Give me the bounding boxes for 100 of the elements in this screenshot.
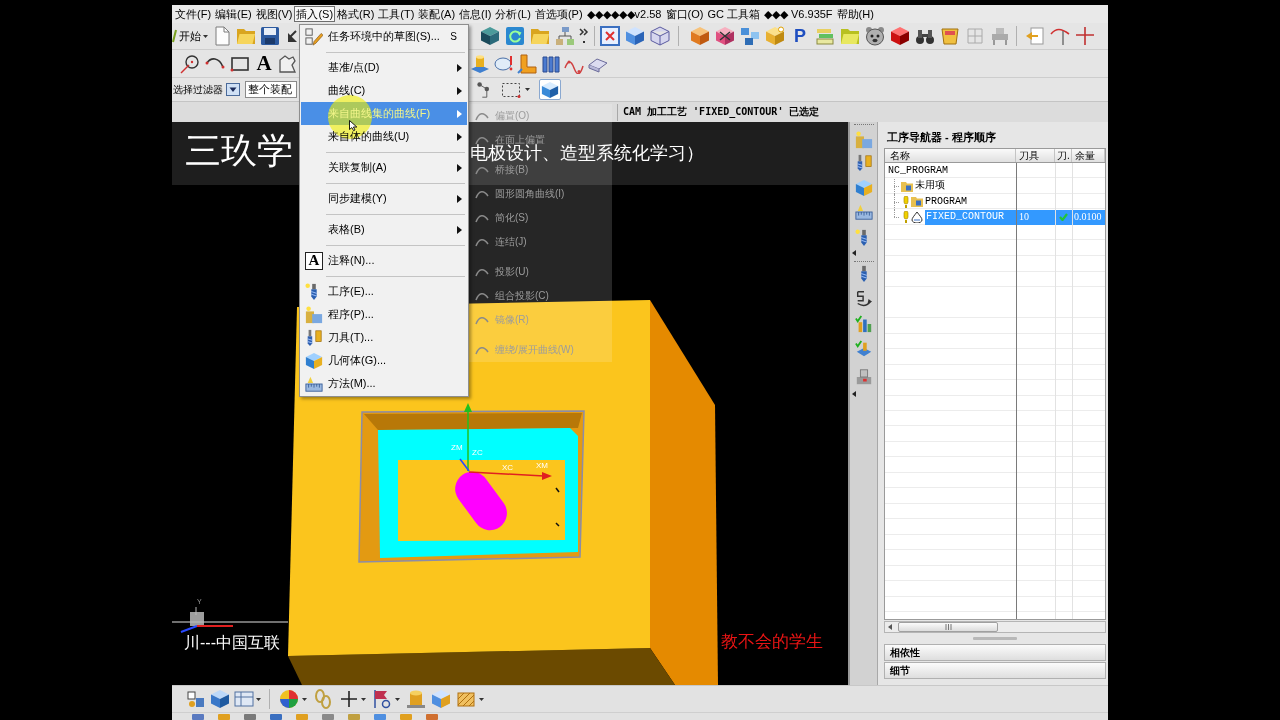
plus-icon[interactable] <box>339 689 359 709</box>
column-header[interactable]: 名称 <box>885 149 1016 162</box>
bucket-icon[interactable] <box>940 26 960 46</box>
menu-item[interactable]: 投影(U) <box>469 266 529 278</box>
page-arrow-icon[interactable] <box>1025 26 1045 46</box>
tree-item[interactable]: 未用项 <box>915 178 945 194</box>
caret-icon[interactable] <box>395 697 400 701</box>
chart-check-icon[interactable] <box>854 315 873 333</box>
dashed-rectangle-icon[interactable] <box>501 80 521 99</box>
crossed-box-icon[interactable] <box>600 26 620 46</box>
arrow-icon[interactable] <box>287 29 297 43</box>
menu-item[interactable]: 组合投影(C) <box>469 290 549 302</box>
menu-bar-item[interactable]: 插入(S) <box>294 6 336 22</box>
splitter-handle[interactable] <box>973 637 1017 640</box>
cube-icon[interactable] <box>690 26 710 46</box>
cylinder-plate-icon[interactable] <box>470 53 490 74</box>
columns-icon[interactable] <box>540 53 561 74</box>
assembly-scope-field[interactable]: 整个装配 <box>245 81 297 98</box>
menu-item[interactable]: 刀具(T)... <box>301 326 467 349</box>
cube-icon[interactable] <box>890 26 910 46</box>
scroll-left-arrow-icon[interactable] <box>888 624 892 630</box>
menu-bar-item[interactable]: 窗口(O) <box>663 6 706 22</box>
menu-bar-item[interactable]: 工具(T) <box>376 6 417 22</box>
menu-item[interactable]: 工序(E)... <box>301 280 467 303</box>
menu-item[interactable]: 任务环境中的草图(S)... S <box>301 25 467 48</box>
menu-item[interactable]: 简化(S) <box>469 212 529 224</box>
caret-icon[interactable] <box>256 697 261 701</box>
tree-item[interactable]: NC_PROGRAM <box>888 163 948 179</box>
menu-item[interactable]: 连结(J) <box>469 236 527 248</box>
menu-item[interactable]: 关联复制(A) <box>301 156 467 179</box>
shape-icon[interactable] <box>278 53 296 74</box>
menu-bar-item[interactable]: 编辑(E) <box>213 6 254 22</box>
caret-icon[interactable] <box>203 34 208 38</box>
menu-item[interactable]: 桥接(B) <box>469 164 529 176</box>
save-icon[interactable] <box>260 26 280 46</box>
chevron-icon[interactable] <box>578 26 590 46</box>
alert-bubble-icon[interactable] <box>493 53 514 74</box>
menu-bar-item[interactable]: GC 工具箱 <box>705 6 762 22</box>
zigzag-arrow-icon[interactable] <box>854 290 873 308</box>
caret-icon[interactable] <box>525 88 530 91</box>
menu-item[interactable]: A 注释(N)... <box>301 249 467 272</box>
scrollbar-thumb[interactable] <box>898 622 998 632</box>
cutter-icon[interactable] <box>854 154 873 172</box>
menu-bar-item[interactable]: ◆◆◆ V6.935F <box>761 6 835 22</box>
box-icon[interactable] <box>765 26 785 46</box>
menu-item[interactable]: 几何体(G)... <box>301 349 467 372</box>
menu-bar-item[interactable]: 文件(F) <box>173 6 214 22</box>
caret-icon[interactable] <box>479 697 484 701</box>
color-wheel-icon[interactable] <box>279 689 299 709</box>
menu-item[interactable]: 来自体的曲线(U) <box>301 125 467 148</box>
menu-item[interactable]: 同步建模(Y) <box>301 187 467 210</box>
menu-item[interactable]: 表格(B) <box>301 218 467 241</box>
column-header[interactable]: 刀. <box>1055 149 1072 162</box>
wireframe-cube-icon[interactable] <box>650 26 670 46</box>
bench-icon[interactable] <box>990 26 1010 46</box>
menu-item[interactable]: 基准/点(D) <box>301 56 467 79</box>
cube-icon[interactable] <box>480 26 500 46</box>
selection-filter-dropdown[interactable]: 选择过滤器 <box>172 80 240 99</box>
cube-icon[interactable] <box>210 689 230 709</box>
cross-icon[interactable] <box>1075 26 1095 46</box>
menu-bar-item[interactable]: 视图(V) <box>253 6 295 22</box>
menu-item[interactable]: 圆形圆角曲线(I) <box>469 188 565 200</box>
column-header[interactable]: 余量 <box>1072 149 1105 162</box>
letter-button[interactable]: P <box>790 26 810 46</box>
letter-button[interactable]: A <box>255 52 273 75</box>
toggle-button[interactable] <box>539 79 561 100</box>
menu-bar-item[interactable]: 首选项(P) <box>532 6 585 22</box>
panel-header[interactable]: 相依性 <box>884 644 1106 661</box>
menu-item[interactable]: 曲线(C) <box>301 79 467 102</box>
menu-bar-item[interactable]: 帮助(H) <box>834 6 876 22</box>
blocks-icon[interactable] <box>740 26 760 46</box>
menu-item[interactable]: 方法(M)... <box>301 372 467 395</box>
menu-bar-item[interactable]: 信息(I) <box>457 6 494 22</box>
menu-bar-item[interactable]: 分析(L) <box>493 6 533 22</box>
animal-face-icon[interactable] <box>865 26 885 46</box>
chain-icon[interactable] <box>313 689 333 709</box>
caret-icon[interactable] <box>361 697 366 701</box>
curve-icon[interactable] <box>1050 26 1070 46</box>
cube-icon[interactable] <box>625 26 645 46</box>
menu-item[interactable]: 程序(P)... <box>301 303 467 326</box>
machine-icon[interactable] <box>854 368 873 386</box>
menu-bar-item[interactable]: 装配(A) <box>416 6 458 22</box>
horizontal-scrollbar[interactable] <box>884 621 1106 633</box>
panel-header[interactable]: 细节 <box>884 662 1106 679</box>
menu-bar-item[interactable]: 格式(R) <box>335 6 377 22</box>
line-circle-icon[interactable] <box>180 53 200 74</box>
plate-check-icon[interactable] <box>854 340 873 358</box>
start-button[interactable]: 开始 <box>172 26 208 46</box>
ruler-icon[interactable] <box>854 203 873 221</box>
column-header[interactable]: 刀具 <box>1016 149 1055 162</box>
l-shape-icon[interactable] <box>517 53 537 74</box>
flag-icon[interactable] <box>372 689 392 709</box>
menu-bar-item[interactable]: ◆◆◆◆◆◆v2.58 <box>584 6 664 22</box>
shapes-icon[interactable] <box>186 689 206 709</box>
left-arrow-icon[interactable] <box>852 250 856 256</box>
refresh-icon[interactable] <box>505 26 525 46</box>
left-arrow-icon[interactable] <box>852 391 856 397</box>
cylinder-icon[interactable] <box>406 689 426 709</box>
caret-icon[interactable] <box>302 697 307 701</box>
crossed-cube-icon[interactable] <box>715 26 735 46</box>
